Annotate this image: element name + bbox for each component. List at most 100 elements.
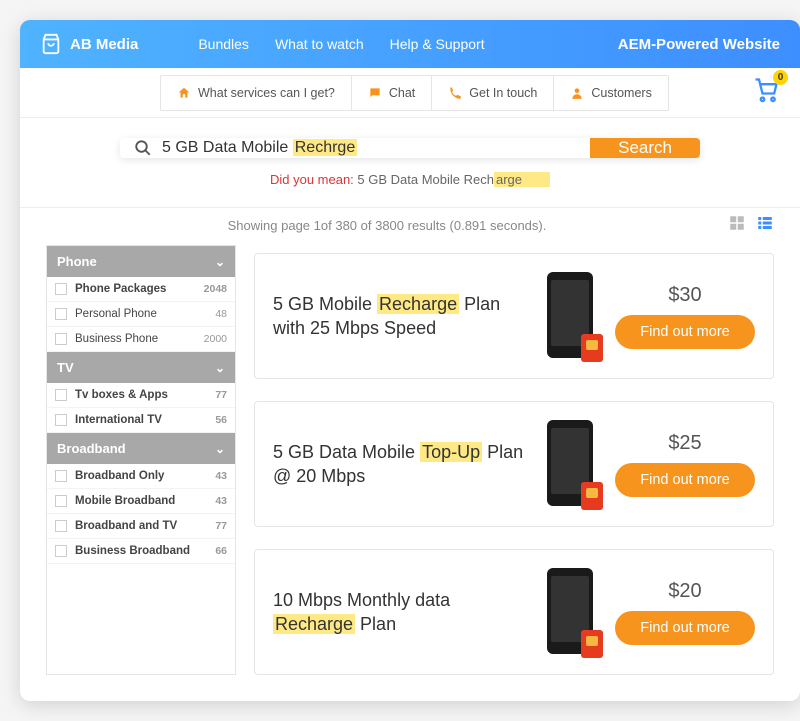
price-column: $30 Find out more (615, 284, 755, 349)
sim-icon (581, 630, 603, 658)
cart-badge: 0 (773, 70, 788, 85)
facet-count: 48 (215, 308, 227, 320)
result-card: 5 GB Data Mobile Top-Up Plan @ 20 Mbps $2… (254, 401, 774, 527)
checkbox-icon[interactable] (55, 495, 67, 507)
cart-button[interactable]: 0 (752, 76, 780, 109)
nav-help-support[interactable]: Help & Support (390, 36, 485, 52)
facet-head[interactable]: Phone⌄ (47, 246, 235, 277)
search-input-wrap[interactable]: 5 GB Data Mobile Rechrge (120, 138, 590, 158)
search-value-highlight: Rechrge (293, 139, 357, 156)
checkbox-icon[interactable] (55, 283, 67, 295)
checkbox-icon[interactable] (55, 389, 67, 401)
shopping-bag-icon (40, 33, 62, 55)
facet-label: Mobile Broadband (75, 495, 175, 507)
facet-item[interactable]: Personal Phone 48 (47, 302, 235, 327)
header: AB Media Bundles What to watch Help & Su… (20, 20, 800, 68)
checkbox-icon[interactable] (55, 470, 67, 482)
facet-head[interactable]: TV ⌄ (47, 352, 235, 383)
checkbox-icon[interactable] (55, 333, 67, 345)
facet-item[interactable]: Business Phone 2000 (47, 327, 235, 352)
facet-label: Business Broadband (75, 545, 190, 557)
checkbox-icon[interactable] (55, 308, 67, 320)
facet-count: 43 (215, 470, 227, 482)
tagline: AEM-Powered Website (618, 36, 780, 53)
facet-item[interactable]: Phone Packages 2048 (47, 277, 235, 302)
subnav-label: Customers (591, 86, 651, 100)
price-column: $20 Find out more (615, 580, 755, 645)
sim-icon (581, 334, 603, 362)
checkbox-icon[interactable] (55, 520, 67, 532)
find-out-more-button[interactable]: Find out more (615, 463, 755, 497)
facet-item[interactable]: Business Broadband66 (47, 539, 235, 564)
facet-label: Business Phone (75, 333, 158, 345)
facet-count: 77 (215, 389, 227, 401)
phone-image (547, 272, 597, 360)
facet-count: 77 (215, 520, 227, 532)
find-out-more-button[interactable]: Find out more (615, 315, 755, 349)
grid-view-icon[interactable] (728, 214, 746, 237)
nav-what-to-watch[interactable]: What to watch (275, 36, 364, 52)
chevron-down-icon: ⌄ (215, 255, 225, 269)
phone-image (547, 420, 597, 508)
chevron-down-icon: ⌄ (215, 442, 225, 456)
facet-count: 2000 (204, 333, 227, 345)
did-you-mean[interactable]: Did you mean: 5 GB Data Mobile Recharge (120, 172, 700, 187)
search-button[interactable]: Search (590, 138, 700, 158)
results-meta: Showing page 1of 380 of 3800 results (0.… (46, 218, 728, 233)
chat-icon (368, 86, 382, 100)
facet-item[interactable]: Broadband and TV77 (47, 514, 235, 539)
nav-bundles[interactable]: Bundles (198, 36, 249, 52)
facet-label: Broadband Only (75, 470, 164, 482)
subnav-customers[interactable]: Customers (554, 76, 667, 110)
result-card: 10 Mbps Monthly data Recharge Plan $20 Fin… (254, 549, 774, 675)
subnav-label: Get In touch (469, 86, 537, 100)
facet-label: Tv boxes & Apps (75, 389, 168, 401)
facet-item[interactable]: International TV56 (47, 408, 235, 433)
facet-count: 56 (215, 414, 227, 426)
facet-label: Personal Phone (75, 308, 157, 320)
price: $30 (615, 284, 755, 307)
subnav-services[interactable]: What services can I get? (161, 76, 352, 110)
facet-count: 2048 (204, 283, 227, 295)
results-list: 5 GB Mobile Recharge Plan with 25 Mbps S… (254, 245, 774, 675)
facet-item[interactable]: Broadband Only 43 (47, 464, 235, 489)
user-icon (570, 86, 584, 100)
result-title: 5 GB Data Mobile Top-Up Plan @ 20 Mbps (273, 440, 529, 489)
result-highlight: Recharge (273, 614, 355, 634)
list-view-icon[interactable] (756, 214, 774, 237)
checkbox-icon[interactable] (55, 414, 67, 426)
facet-sidebar: Phone⌄ Phone Packages 2048 Personal Phone 48… (46, 245, 236, 675)
facet-title: TV (57, 360, 74, 375)
dym-highlight: arge (494, 172, 550, 187)
brand[interactable]: AB Media (40, 33, 138, 55)
facet-item[interactable]: Tv boxes & Apps 77 (47, 383, 235, 408)
dym-prefix: 5 GB Data Mobile Rech (357, 172, 494, 187)
search-icon (134, 139, 152, 157)
facet-head[interactable]: Broadband⌄ (47, 433, 235, 464)
search-area: 5 GB Data Mobile Rechrge Search Did you … (20, 118, 800, 208)
content: Phone⌄ Phone Packages 2048 Personal Phone 48… (20, 237, 800, 701)
meta-row: Showing page 1of 380 of 3800 results (0.… (20, 208, 800, 237)
search-value-prefix: 5 GB Data Mobile (162, 139, 293, 156)
facet-item[interactable]: Mobile Broadband 43 (47, 489, 235, 514)
sim-icon (581, 482, 603, 510)
price: $20 (615, 580, 755, 603)
phone-icon (448, 86, 462, 100)
price-column: $25 Find out more (615, 432, 755, 497)
find-out-more-button[interactable]: Find out more (615, 611, 755, 645)
price: $25 (615, 432, 755, 455)
subnav: What services can I get? Chat Get In tou… (20, 68, 800, 118)
chevron-down-icon: ⌄ (215, 361, 225, 375)
dym-label: Did you mean: (270, 172, 354, 187)
subnav-chat[interactable]: Chat (352, 76, 432, 110)
phone-image (547, 568, 597, 656)
checkbox-icon[interactable] (55, 545, 67, 557)
result-highlight: Recharge (377, 294, 459, 314)
subnav-label: Chat (389, 86, 415, 100)
dym-text: 5 GB Data Mobile Recharge (357, 172, 550, 187)
view-toggle (728, 214, 774, 237)
subnav-get-in-touch[interactable]: Get In touch (432, 76, 554, 110)
facet-count: 43 (215, 495, 227, 507)
facet-label: Phone Packages (75, 283, 166, 295)
result-title: 10 Mbps Monthly data Recharge Plan (273, 588, 529, 637)
